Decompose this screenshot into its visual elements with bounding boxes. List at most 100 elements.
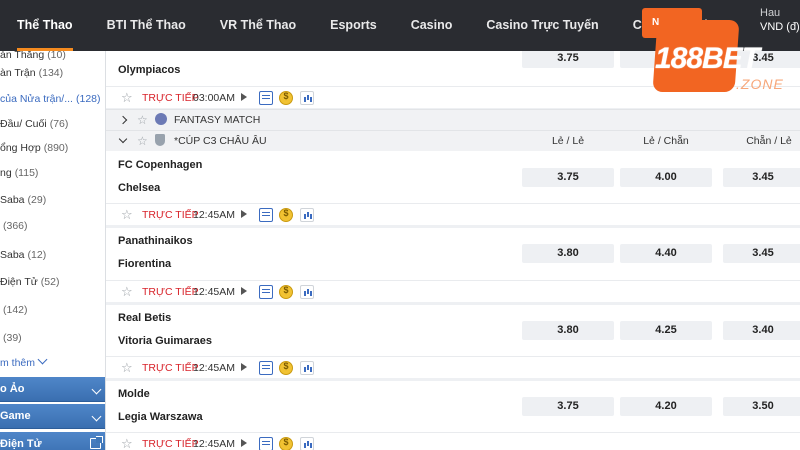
nav-tab-casino[interactable]: Casino (394, 0, 470, 51)
sidebar-section-game[interactable]: Game (0, 404, 105, 429)
site-logo: 188BET .ZONE (652, 12, 800, 98)
coin-icon[interactable] (279, 208, 293, 222)
star-icon[interactable]: ☆ (121, 436, 133, 450)
match-info-row: ☆ TRỰC TIẾP 12:45AM (106, 280, 800, 302)
show-more-link[interactable]: m thêm (0, 353, 105, 373)
odds-button[interactable]: 3.75 (522, 168, 614, 187)
sidebar-item[interactable]: của Nửa trận/... (128) (0, 86, 105, 112)
nav-tab-vr-the-thao[interactable]: VR Thể Thao (203, 0, 313, 51)
nav-tab-esports[interactable]: Esports (313, 0, 394, 51)
stats-icon[interactable] (300, 437, 314, 450)
star-icon[interactable]: ☆ (121, 284, 133, 300)
odds-button[interactable]: 3.45 (723, 168, 800, 187)
stats-icon[interactable] (300, 91, 314, 105)
match-info-row: ☆ TRỰC TIẾP 12:45AM (106, 356, 800, 378)
sidebar-item-count: (39) (3, 332, 22, 344)
league-header-fantasy[interactable]: ☆ FANTASY MATCH (106, 109, 800, 130)
list-icon[interactable] (259, 437, 273, 450)
odds-button[interactable]: 3.75 (522, 397, 614, 416)
odds-button[interactable]: 4.25 (620, 321, 712, 340)
sidebar-item-label: Saba (0, 194, 25, 206)
star-icon[interactable]: ☆ (121, 207, 133, 223)
sidebar-item-label: àn Trận (0, 67, 36, 79)
chevron-down-icon (37, 354, 48, 365)
play-icon[interactable] (241, 363, 247, 371)
team-name: Olympiacos (118, 64, 181, 76)
sidebar-item-count: (366) (3, 220, 28, 232)
list-icon[interactable] (259, 208, 273, 222)
match-info-row: ☆ TRỰC TIẾP 12:45AM (106, 203, 800, 225)
sidebar-item[interactable]: ng (115) (0, 160, 105, 186)
chevron-down-icon[interactable] (118, 134, 128, 144)
sidebar-item-count: (29) (27, 194, 47, 206)
sidebar-section-ao[interactable]: o Ảo (0, 377, 105, 402)
sidebar-item-count: (890) (43, 142, 69, 154)
coin-icon[interactable] (279, 285, 293, 299)
play-icon[interactable] (241, 287, 247, 295)
play-icon[interactable] (241, 93, 247, 101)
odds-button[interactable]: 3.50 (723, 397, 800, 416)
sidebar-item-label: Điện Tử (0, 276, 38, 288)
sidebar-item[interactable]: Đầu/ Cuối (76) (0, 111, 105, 137)
odds-button[interactable]: 3.40 (723, 321, 800, 340)
coin-icon[interactable] (279, 91, 293, 105)
sidebar-item-count: (52) (40, 276, 60, 288)
star-icon[interactable]: ☆ (121, 90, 133, 106)
nav-tab-bti-the-thao[interactable]: BTI Thể Thao (90, 0, 203, 51)
league-icon (155, 113, 167, 125)
home-team: Molde (118, 388, 150, 400)
chevron-right-icon[interactable] (118, 115, 128, 125)
logo-subtext: .ZONE (736, 76, 784, 92)
trophy-icon (155, 134, 165, 146)
sidebar-section-label: Game (0, 410, 31, 422)
sidebar-item[interactable]: Saba (29) (0, 187, 105, 213)
home-team: Panathinaikos (118, 235, 193, 247)
stats-icon[interactable] (300, 285, 314, 299)
coin-icon[interactable] (279, 437, 293, 450)
star-icon[interactable]: ☆ (121, 360, 133, 376)
star-icon[interactable]: ☆ (137, 131, 148, 151)
odds-button[interactable]: 3.75 (522, 51, 614, 68)
league-header-cup[interactable]: ☆ *CÚP C3 CHÂU ÂU Lẻ / Lẻ Lẻ / Chẵn Chẵn… (106, 130, 800, 151)
odds-button[interactable]: 3.80 (522, 244, 614, 263)
chevron-down-icon (91, 411, 102, 422)
column-header: Lẻ / Lẻ (551, 135, 585, 147)
odds-button[interactable]: 3.80 (522, 321, 614, 340)
list-icon[interactable] (259, 91, 273, 105)
nav-tab-casino-truc-tuyen[interactable]: Casino Trực Tuyến (469, 0, 615, 51)
away-team: Fiorentina (118, 258, 172, 270)
stats-icon[interactable] (300, 208, 314, 222)
sidebar-item[interactable]: (39) (0, 325, 105, 351)
sidebar-item-label: ổng Hợp (0, 142, 41, 154)
sidebar-item[interactable]: Saba (12) (0, 242, 105, 268)
play-icon[interactable] (241, 439, 247, 447)
list-icon[interactable] (259, 361, 273, 375)
sidebar-item-count: (115) (14, 167, 39, 179)
sidebar-item[interactable]: (142) (0, 297, 105, 323)
odds-button[interactable]: 4.00 (620, 168, 712, 187)
away-team: Legia Warszawa (118, 411, 203, 423)
odds-button[interactable]: 4.40 (620, 244, 712, 263)
coin-icon[interactable] (279, 361, 293, 375)
match-time: 12:45AM (193, 209, 236, 221)
odds-button[interactable]: 3.45 (723, 244, 800, 263)
odds-button[interactable]: 4.20 (620, 397, 712, 416)
sidebar-section-label: Điện Tử (0, 438, 42, 450)
sidebar-section-dien-tu[interactable]: Điện Tử (0, 432, 105, 450)
sidebar-item[interactable]: Điện Tử (52) (0, 269, 105, 295)
sidebar-item[interactable]: ổng Hợp (890) (0, 135, 105, 161)
sidebar-item[interactable]: (366) (0, 213, 105, 239)
sidebar-item-count: (134) (38, 67, 64, 79)
sidebar-item-count: (142) (3, 304, 28, 316)
match-row: FC Copenhagen Chelsea 3.75 4.00 3.45 (106, 151, 800, 205)
nav-tab-the-thao[interactable]: Thể Thao (0, 0, 90, 51)
sidebar-item[interactable]: àn Trận (134) (0, 60, 105, 86)
stats-icon[interactable] (300, 361, 314, 375)
away-team: Vitoria Guimaraes (118, 335, 212, 347)
star-icon[interactable]: ☆ (137, 110, 148, 130)
home-team: FC Copenhagen (118, 159, 203, 171)
match-time: 12:45AM (193, 438, 236, 450)
live-label: TRỰC TIẾP (142, 92, 199, 104)
list-icon[interactable] (259, 285, 273, 299)
play-icon[interactable] (241, 210, 247, 218)
